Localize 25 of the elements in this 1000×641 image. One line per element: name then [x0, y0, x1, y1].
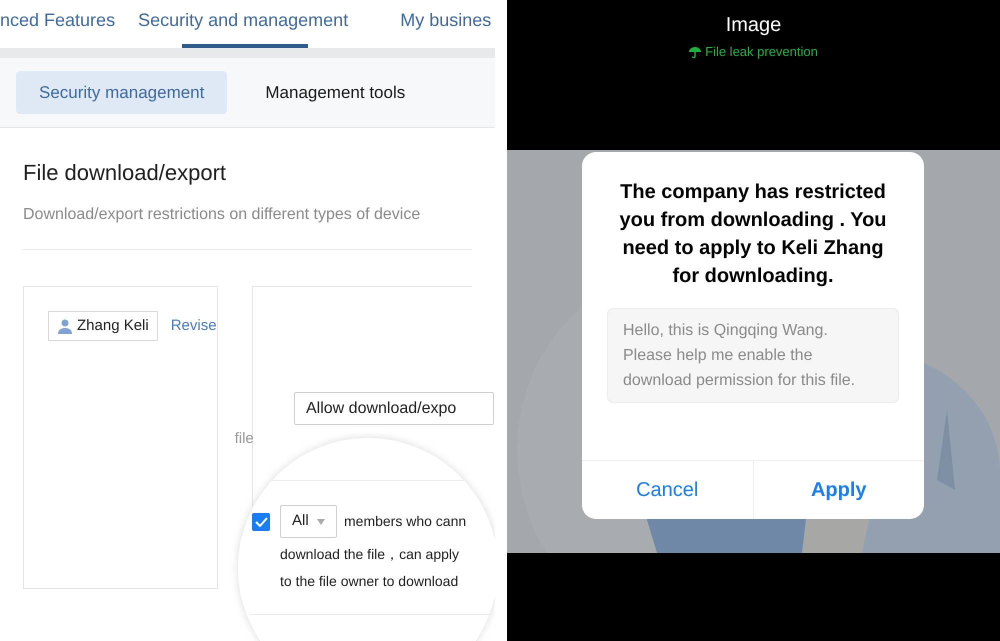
sub-tab[interactable]: Management tools — [243, 71, 428, 114]
member-name: Zhang Keli — [77, 316, 149, 336]
rule-description-line: download the file，can apply — [280, 545, 460, 564]
rule-description-line: to the file owner to download — [280, 572, 458, 591]
person-icon — [57, 318, 73, 334]
nav-tab[interactable]: nced Features — [0, 7, 116, 48]
section-description: Download/export restrictions on different types of device — [23, 205, 422, 225]
viewer-subtitle: File leak prevention — [705, 43, 818, 61]
rule-description-line: members who cann — [344, 512, 466, 531]
nav-tab[interactable]: Security and management — [137, 7, 350, 48]
cancel-button[interactable]: Cancel — [582, 461, 752, 519]
request-message-field[interactable]: Hello, this is Qingqing Wang. Please help me enable the download permission for this file. — [607, 308, 899, 403]
sub-tab[interactable]: Security management — [16, 71, 228, 114]
section-title: File download/export — [23, 159, 228, 187]
file-label: file — [234, 429, 254, 449]
viewer-title: Image — [726, 13, 782, 38]
nav-tab[interactable]: My busines — [399, 7, 492, 48]
permission-select[interactable]: Allow download/expo — [294, 392, 494, 425]
apply-button[interactable]: Apply — [752, 461, 924, 519]
umbrella-icon — [689, 46, 702, 58]
scope-select[interactable]: All — [280, 505, 337, 538]
dropdown-arrow-icon — [316, 518, 325, 526]
revise-link[interactable]: Revise — [170, 311, 217, 341]
dialog-message: The company has restricted you from downloading . You need to apply to Keli Zhang for downloading. — [618, 180, 888, 289]
checkbox[interactable] — [252, 512, 270, 530]
